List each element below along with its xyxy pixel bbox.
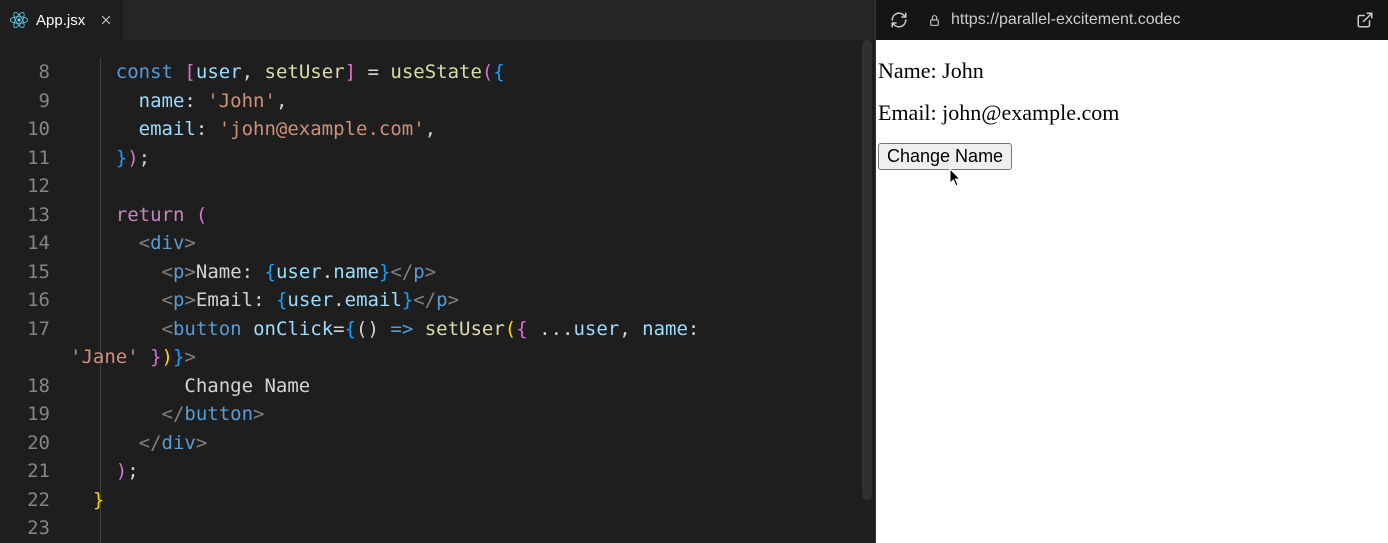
code-line[interactable]: </div> xyxy=(70,429,875,458)
code-line[interactable] xyxy=(70,172,875,201)
line-number: 18 xyxy=(0,372,50,401)
editor-scrollbar[interactable] xyxy=(862,40,872,500)
code-line[interactable]: <p>Email: {user.email}</p> xyxy=(70,286,875,315)
code-line[interactable]: Change Name xyxy=(70,372,875,401)
change-name-button[interactable]: Change Name xyxy=(878,143,1012,170)
rendered-app: Name: John Email: john@example.com Chang… xyxy=(876,40,1388,543)
refresh-icon[interactable] xyxy=(890,11,908,29)
email-value: john@example.com xyxy=(942,100,1119,125)
code-line[interactable] xyxy=(70,514,875,543)
code-line[interactable]: </button> xyxy=(70,400,875,429)
url-text: https://parallel-excitement.codec xyxy=(951,11,1180,29)
line-number: 9 xyxy=(0,87,50,116)
email-paragraph: Email: john@example.com xyxy=(878,100,1386,126)
line-number: 11 xyxy=(0,144,50,173)
code-line[interactable]: <button onClick={() => setUser({ ...user… xyxy=(70,315,875,344)
email-label: Email: xyxy=(878,100,942,125)
line-number: 21 xyxy=(0,457,50,486)
browser-toolbar: https://parallel-excitement.codec xyxy=(876,0,1388,40)
code-line[interactable]: }); xyxy=(70,144,875,173)
editor-tab-label: App.jsx xyxy=(36,12,85,29)
code-line[interactable]: ); xyxy=(70,457,875,486)
react-icon xyxy=(10,11,28,29)
code-line[interactable]: email: 'john@example.com', xyxy=(70,115,875,144)
name-paragraph: Name: John xyxy=(878,58,1386,84)
line-number xyxy=(0,343,50,372)
line-number: 15 xyxy=(0,258,50,287)
code-line[interactable]: const [user, setUser] = useState({ xyxy=(70,58,875,87)
code-line[interactable]: } xyxy=(70,486,875,515)
address-bar[interactable]: https://parallel-excitement.codec xyxy=(928,11,1336,29)
line-number: 23 xyxy=(0,514,50,543)
code-line[interactable]: name: 'John', xyxy=(70,87,875,116)
code-area[interactable]: 891011121314151617 181920212223 const [us… xyxy=(0,40,875,543)
line-number: 17 xyxy=(0,315,50,344)
line-number: 10 xyxy=(0,115,50,144)
browser-preview-panel: https://parallel-excitement.codec Name: … xyxy=(875,0,1388,543)
close-icon[interactable] xyxy=(99,13,113,27)
line-number: 14 xyxy=(0,229,50,258)
code-line[interactable]: <div> xyxy=(70,229,875,258)
editor-tab-app[interactable]: App.jsx xyxy=(0,0,123,40)
code-content[interactable]: const [user, setUser] = useState({ name:… xyxy=(70,58,875,543)
line-number-gutter: 891011121314151617 181920212223 xyxy=(0,58,70,543)
code-line[interactable]: return ( xyxy=(70,201,875,230)
line-number: 19 xyxy=(0,400,50,429)
lock-icon xyxy=(928,14,941,27)
name-label: Name: xyxy=(878,58,942,83)
code-line[interactable]: 'Jane' })}> xyxy=(70,343,875,372)
line-number: 12 xyxy=(0,172,50,201)
name-value: John xyxy=(942,58,984,83)
line-number: 13 xyxy=(0,201,50,230)
editor-tabbar: App.jsx xyxy=(0,0,875,40)
line-number: 22 xyxy=(0,486,50,515)
mouse-cursor-icon xyxy=(949,168,963,188)
line-number: 16 xyxy=(0,286,50,315)
code-line[interactable]: <p>Name: {user.name}</p> xyxy=(70,258,875,287)
line-number: 8 xyxy=(0,58,50,87)
code-editor-panel: App.jsx 891011121314151617 181920212223 c… xyxy=(0,0,875,543)
line-number: 20 xyxy=(0,429,50,458)
open-external-icon[interactable] xyxy=(1356,11,1374,29)
